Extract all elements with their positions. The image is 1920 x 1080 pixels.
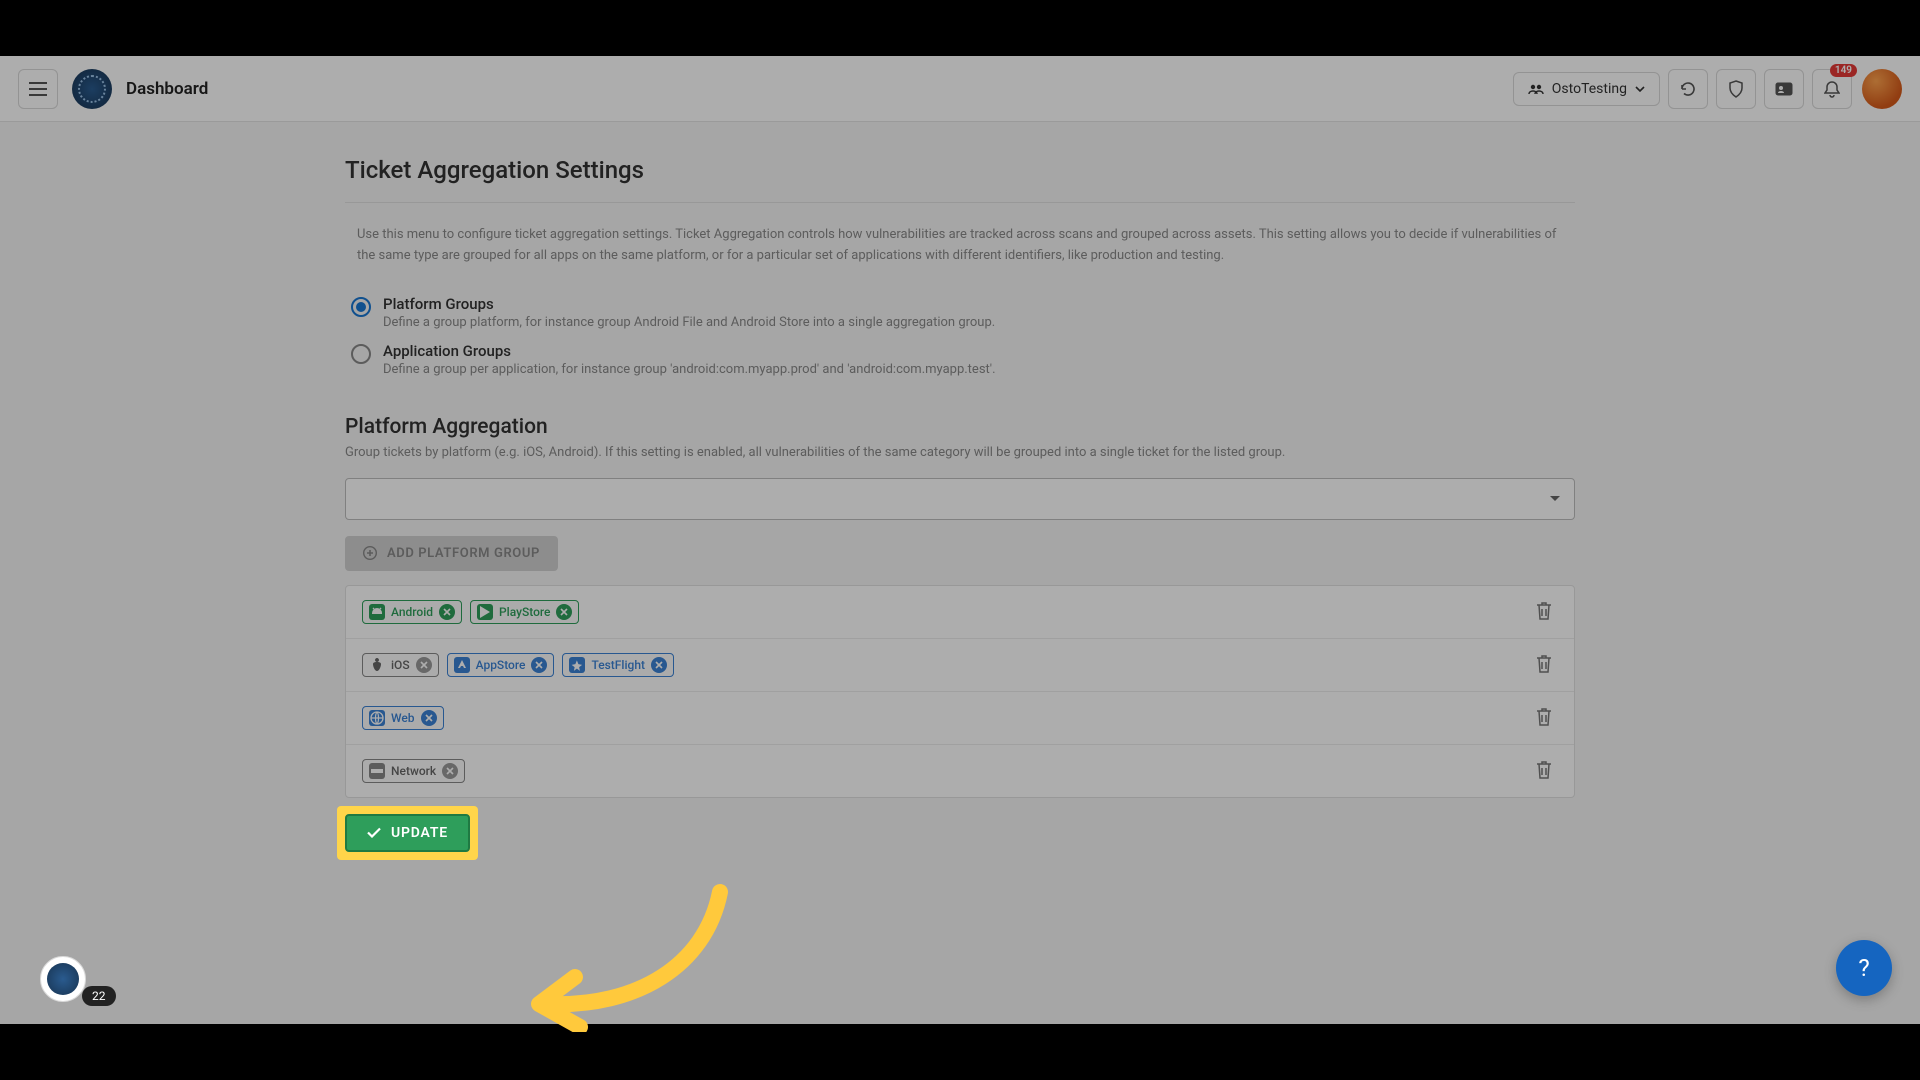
trash-icon	[1534, 706, 1554, 728]
delete-group-button[interactable]	[1534, 653, 1558, 677]
testflight-icon	[569, 657, 585, 673]
notification-badge: 149	[1830, 64, 1857, 77]
menu-toggle-button[interactable]	[18, 69, 58, 109]
user-avatar[interactable]	[1862, 69, 1902, 109]
plus-circle-icon	[363, 546, 377, 560]
chip-label: AppStore	[476, 658, 526, 672]
notifications-button[interactable]: 149	[1812, 69, 1852, 109]
settings-title: Ticket Aggregation Settings	[345, 156, 1575, 203]
android-icon	[369, 604, 385, 620]
shield-icon	[1728, 80, 1744, 98]
delete-group-button[interactable]	[1534, 706, 1558, 730]
side-widget-count: 22	[82, 986, 116, 1006]
radio-button-selected[interactable]	[351, 297, 371, 317]
workspace-name: OstoTesting	[1552, 81, 1627, 97]
radio-sublabel: Define a group per application, for inst…	[383, 362, 996, 377]
radio-button-unselected[interactable]	[351, 344, 371, 364]
chip-label: Network	[391, 764, 436, 778]
help-fab[interactable]: ?	[1836, 940, 1892, 996]
apple-icon	[369, 657, 385, 673]
platform-select[interactable]	[345, 478, 1575, 520]
trash-icon	[1534, 653, 1554, 675]
chip-remove-button[interactable]	[421, 710, 437, 726]
platform-group-row: Web	[346, 692, 1574, 745]
contacts-button[interactable]	[1764, 69, 1804, 109]
trash-icon	[1534, 759, 1554, 781]
chip-label: TestFlight	[591, 658, 645, 672]
dropdown-arrow-icon	[1550, 496, 1560, 501]
trash-icon	[1534, 600, 1554, 622]
hamburger-icon	[29, 82, 47, 96]
play-icon	[477, 604, 493, 620]
platform-group-row: Network	[346, 745, 1574, 797]
platform-group-list: Android PlayStore iOS AppStore TestFlight Web…	[345, 585, 1575, 798]
delete-group-button[interactable]	[1534, 600, 1558, 624]
network-icon	[369, 763, 385, 779]
chip-remove-button[interactable]	[651, 657, 667, 673]
radio-platform-groups[interactable]: Platform Groups Define a group platform,…	[345, 289, 1575, 336]
chip-remove-button[interactable]	[556, 604, 572, 620]
chevron-down-icon	[1635, 86, 1645, 92]
chip-label: Web	[391, 711, 415, 725]
chip-remove-button[interactable]	[416, 657, 432, 673]
add-platform-group-button: ADD PLATFORM GROUP	[345, 536, 558, 571]
refresh-button[interactable]	[1668, 69, 1708, 109]
settings-description: Use this menu to configure ticket aggreg…	[345, 203, 1575, 289]
platform-chip: Web	[362, 706, 444, 730]
bell-icon	[1824, 80, 1840, 98]
chip-label: PlayStore	[499, 605, 550, 619]
platform-aggregation-sub: Group tickets by platform (e.g. iOS, And…	[345, 445, 1575, 460]
group-icon	[1528, 83, 1544, 95]
check-icon	[367, 827, 381, 838]
radio-sublabel: Define a group platform, for instance gr…	[383, 315, 995, 330]
platform-chip: Android	[362, 600, 462, 624]
platform-chip: Network	[362, 759, 465, 783]
app-logo[interactable]	[72, 69, 112, 109]
platform-aggregation-title: Platform Aggregation	[345, 415, 1575, 439]
chip-remove-button[interactable]	[442, 763, 458, 779]
update-button-label: UPDATE	[391, 825, 448, 841]
update-button[interactable]: UPDATE	[345, 814, 470, 852]
chip-remove-button[interactable]	[531, 657, 547, 673]
chip-label: Android	[391, 605, 433, 619]
radio-application-groups[interactable]: Application Groups Define a group per ap…	[345, 336, 1575, 383]
platform-chip: PlayStore	[470, 600, 579, 624]
page-title: Dashboard	[126, 79, 208, 99]
chip-remove-button[interactable]	[439, 604, 455, 620]
delete-group-button[interactable]	[1534, 759, 1558, 783]
id-card-icon	[1775, 82, 1793, 96]
side-widget[interactable]: 22	[40, 956, 116, 1002]
platform-chip: TestFlight	[562, 653, 674, 677]
globe-icon	[369, 710, 385, 726]
refresh-icon	[1679, 80, 1697, 98]
radio-label: Application Groups	[383, 342, 996, 360]
add-button-label: ADD PLATFORM GROUP	[387, 546, 540, 561]
appstore-icon	[454, 657, 470, 673]
chip-label: iOS	[391, 658, 410, 672]
annotation-arrow	[525, 882, 735, 1032]
topbar: Dashboard OstoTesting 149	[0, 56, 1920, 122]
shield-button[interactable]	[1716, 69, 1756, 109]
question-icon: ?	[1858, 954, 1869, 982]
radio-label: Platform Groups	[383, 295, 995, 313]
platform-chip: iOS	[362, 653, 439, 677]
platform-chip: AppStore	[447, 653, 555, 677]
platform-group-row: iOS AppStore TestFlight	[346, 639, 1574, 692]
workspace-selector[interactable]: OstoTesting	[1513, 72, 1660, 106]
platform-group-row: Android PlayStore	[346, 586, 1574, 639]
side-widget-logo	[40, 956, 86, 1002]
